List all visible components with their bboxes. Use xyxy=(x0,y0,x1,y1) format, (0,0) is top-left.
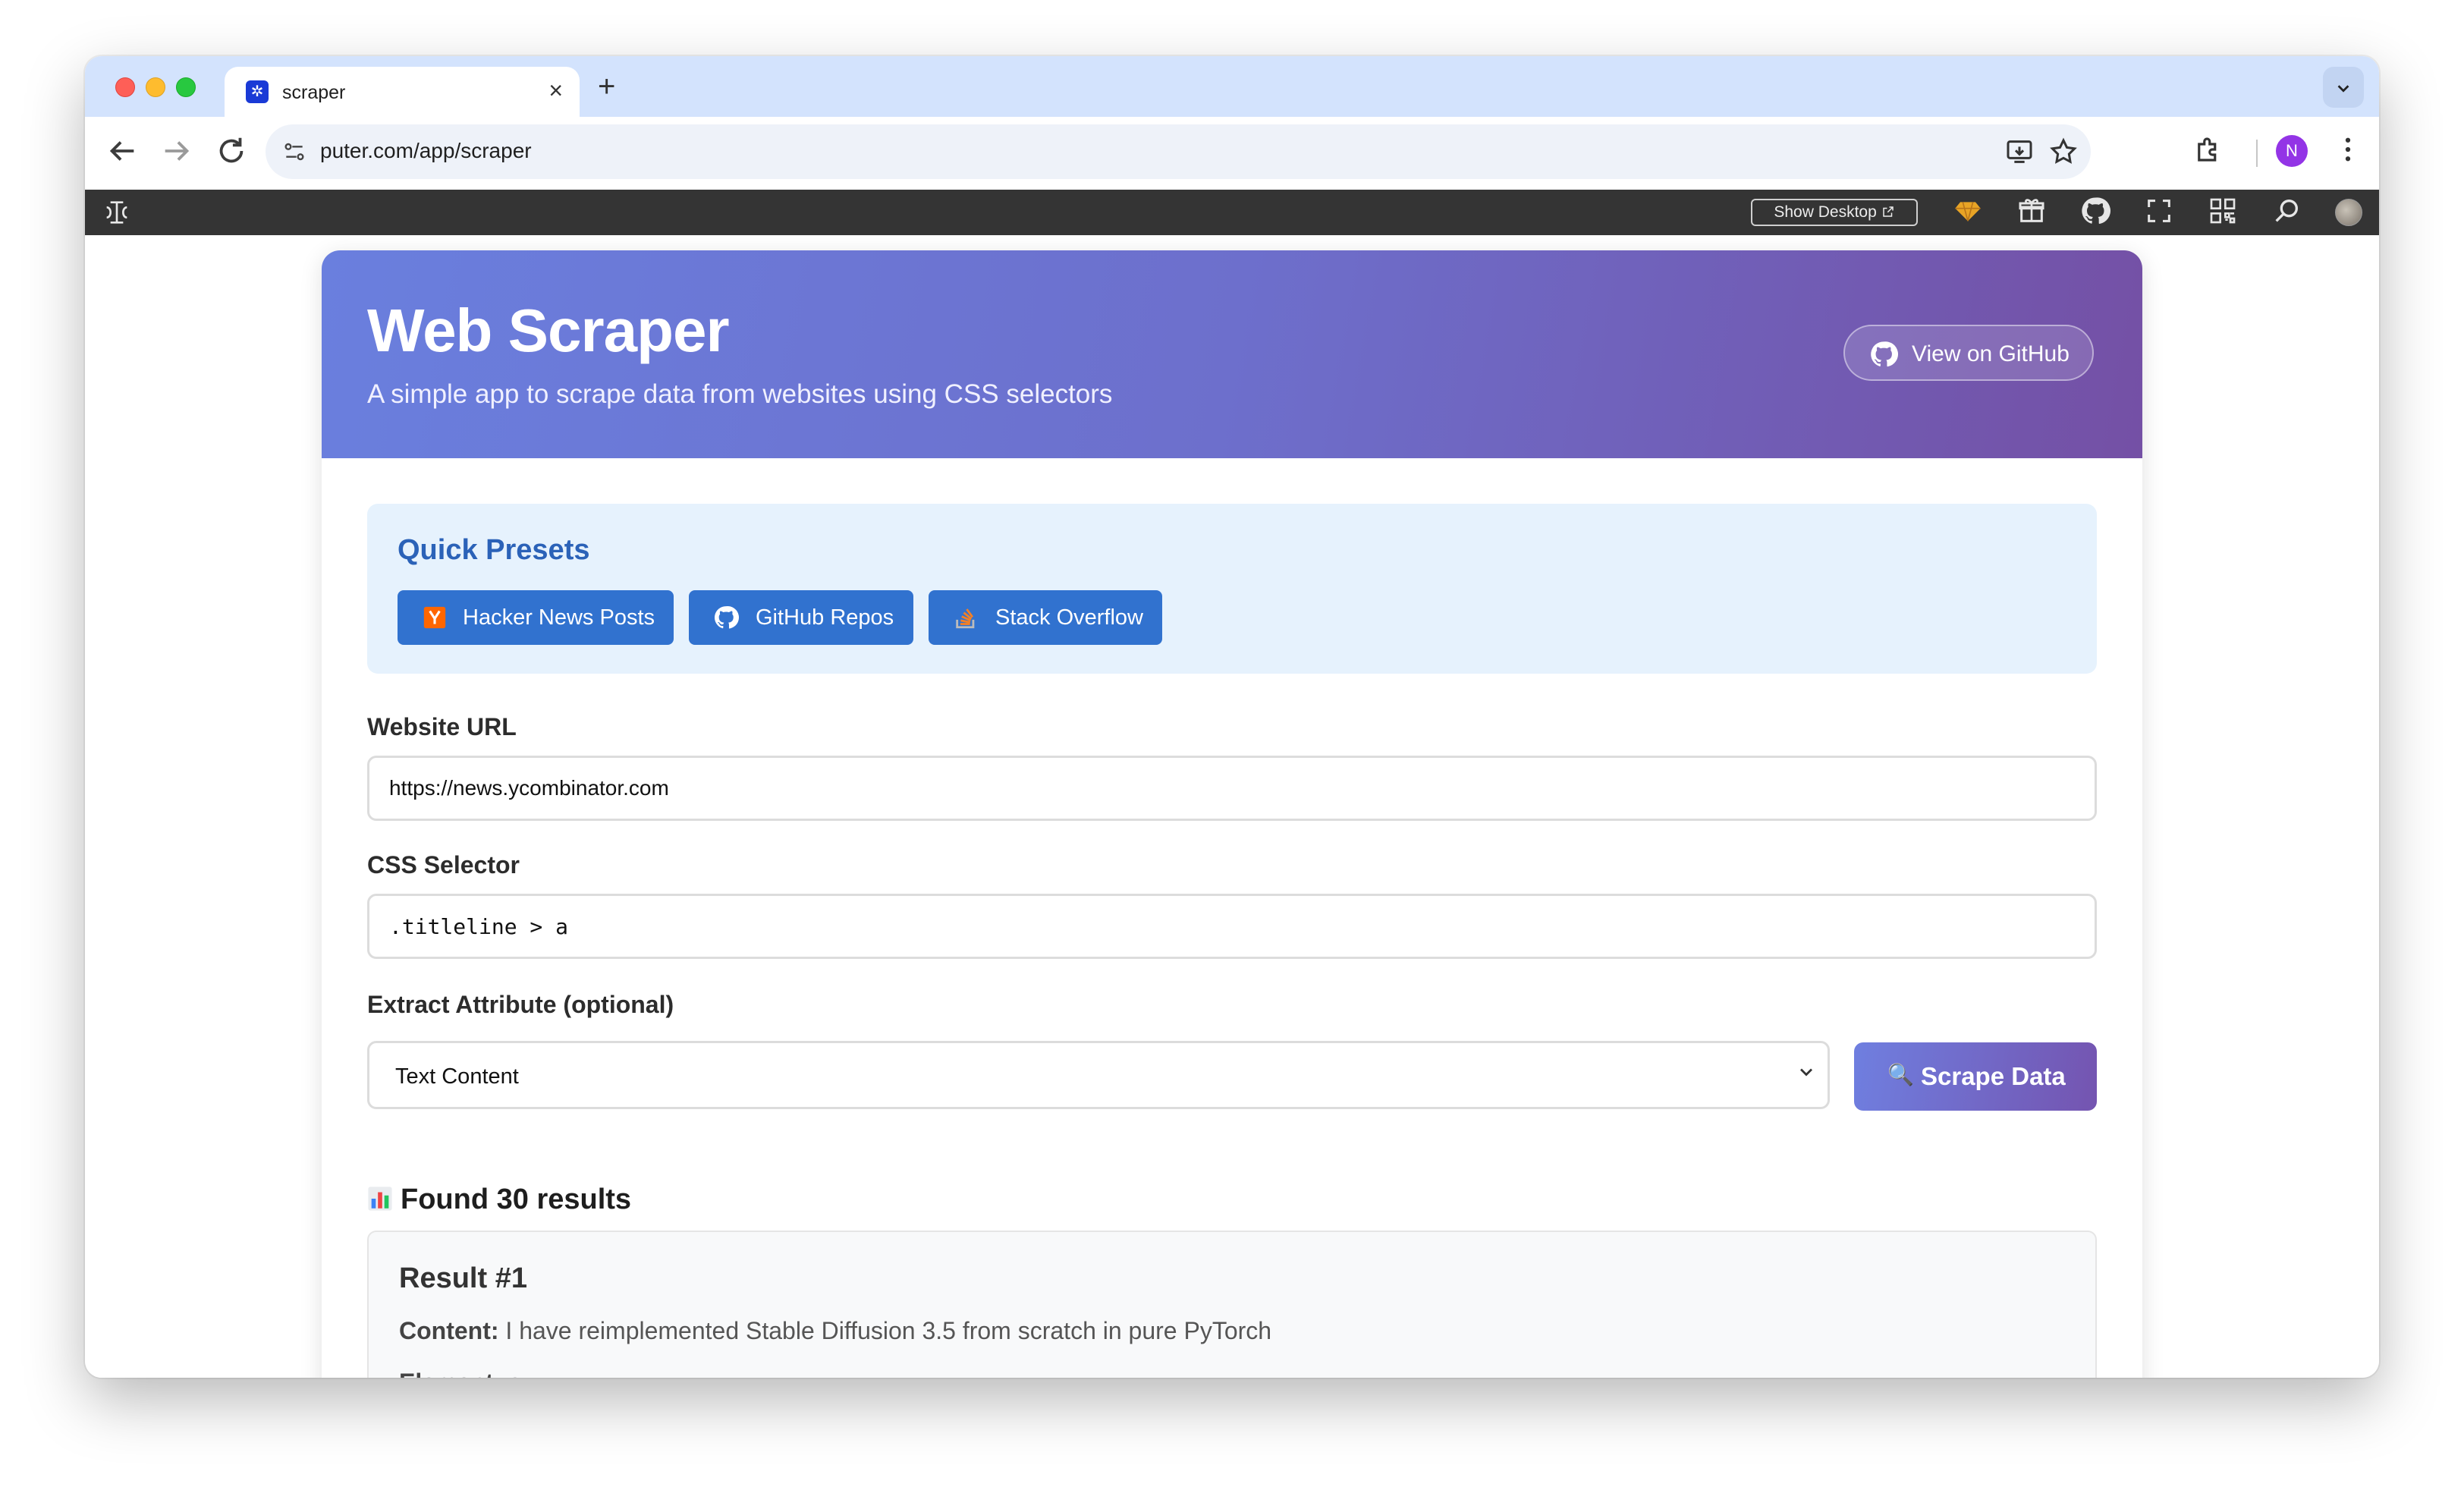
user-avatar[interactable] xyxy=(2335,199,2362,226)
more-menu-icon[interactable] xyxy=(2332,134,2364,165)
puter-favicon-icon: ✲ xyxy=(246,80,269,103)
github-icon xyxy=(1871,341,1898,367)
preset-github-repos-button[interactable]: GitHub Repos xyxy=(689,590,913,645)
browser-window: ✲ scraper × + puter.com/app/scraper N Sh… xyxy=(85,56,2379,1378)
profile-avatar[interactable]: N xyxy=(2276,135,2308,167)
qr-code-icon[interactable] xyxy=(2208,196,2238,226)
gem-icon[interactable] xyxy=(1953,196,1983,226)
bookmark-star-icon[interactable] xyxy=(2048,137,2079,167)
chevron-down-icon xyxy=(1800,1068,1812,1077)
app-content: Web Scraper A simple app to scrape data … xyxy=(85,235,2379,1378)
result-content: Content: I have reimplemented Stable Dif… xyxy=(399,1317,1271,1345)
magnifier-icon: 🔍 xyxy=(1887,1063,1914,1086)
external-link-icon xyxy=(1882,206,1894,217)
preset-hacker-news-button[interactable]: Hacker News Posts xyxy=(398,590,674,645)
preset-stack-overflow-button[interactable]: Stack Overflow xyxy=(929,590,1162,645)
results-summary: Found 30 results xyxy=(367,1184,631,1216)
result-element-value: a xyxy=(508,1369,522,1378)
fullscreen-icon[interactable] xyxy=(2144,196,2174,226)
maximize-window-button[interactable] xyxy=(176,77,196,97)
preset-github-repos-label: GitHub Repos xyxy=(756,605,894,630)
puter-logo-icon[interactable] xyxy=(102,197,132,228)
hacker-news-icon xyxy=(423,606,446,629)
results-count: Found 30 results xyxy=(401,1184,632,1215)
result-content-label: Content: xyxy=(399,1317,499,1344)
url-text: puter.com/app/scraper xyxy=(320,139,532,162)
preset-stack-overflow-label: Stack Overflow xyxy=(995,605,1143,630)
github-icon xyxy=(714,605,739,629)
forward-arrow-icon[interactable] xyxy=(159,134,194,168)
stack-overflow-icon xyxy=(956,608,975,629)
bar-chart-icon xyxy=(368,1187,392,1211)
tab-strip: ✲ scraper × + xyxy=(85,56,2379,117)
toolbar-divider xyxy=(2256,140,2258,167)
website-url-input[interactable] xyxy=(367,756,2097,821)
view-on-github-button[interactable]: View on GitHub xyxy=(1843,325,2094,381)
install-app-icon[interactable] xyxy=(2004,137,2035,167)
tab-search-button[interactable] xyxy=(2323,67,2364,108)
scrape-data-label: Scrape Data xyxy=(1921,1062,2066,1090)
page-title: Web Scraper xyxy=(367,297,730,364)
new-tab-button[interactable]: + xyxy=(598,71,615,102)
scraper-card: Web Scraper A simple app to scrape data … xyxy=(322,250,2142,1378)
extract-attribute-value: Text Content xyxy=(395,1064,519,1089)
result-title: Result #1 xyxy=(399,1262,527,1294)
extensions-puzzle-icon[interactable] xyxy=(2192,134,2224,165)
extract-attribute-label: Extract Attribute (optional) xyxy=(367,991,674,1018)
browser-tab[interactable]: ✲ scraper × xyxy=(225,67,580,117)
quick-presets-panel: Quick Presets Hacker News Posts GitHub R… xyxy=(367,504,2097,674)
browser-toolbar: puter.com/app/scraper N xyxy=(85,117,2379,190)
reload-icon[interactable] xyxy=(214,134,249,168)
show-desktop-button[interactable]: Show Desktop xyxy=(1751,199,1918,226)
address-bar[interactable]: puter.com/app/scraper xyxy=(266,124,2091,179)
search-icon[interactable] xyxy=(2271,196,2302,226)
result-content-value: I have reimplemented Stable Diffusion 3.… xyxy=(505,1317,1272,1344)
tab-close-button[interactable]: × xyxy=(548,77,563,103)
close-window-button[interactable] xyxy=(115,77,135,97)
back-arrow-icon[interactable] xyxy=(105,134,140,168)
github-icon[interactable] xyxy=(2080,196,2110,226)
css-selector-label: CSS Selector xyxy=(367,851,520,879)
result-element-label: Element: xyxy=(399,1369,501,1378)
tab-title: scraper xyxy=(282,82,346,103)
website-url-label: Website URL xyxy=(367,713,517,740)
extract-attribute-select[interactable]: Text Content xyxy=(367,1041,1830,1109)
view-on-github-label: View on GitHub xyxy=(1912,341,2070,366)
show-desktop-label: Show Desktop xyxy=(1774,203,1877,221)
quick-presets-title: Quick Presets xyxy=(398,534,590,566)
chevron-down-icon xyxy=(2337,85,2349,93)
hero-header: Web Scraper A simple app to scrape data … xyxy=(322,250,2142,458)
scrape-data-button[interactable]: 🔍 Scrape Data xyxy=(1854,1042,2097,1111)
css-selector-input[interactable] xyxy=(367,894,2097,959)
result-item: Result #1 Content: I have reimplemented … xyxy=(367,1231,2097,1378)
puter-taskbar: Show Desktop xyxy=(85,190,2379,235)
preset-hacker-news-label: Hacker News Posts xyxy=(463,605,655,630)
gift-icon[interactable] xyxy=(2016,196,2047,226)
page-subtitle: A simple app to scrape data from website… xyxy=(367,379,1113,409)
minimize-window-button[interactable] xyxy=(146,77,165,97)
site-settings-icon[interactable] xyxy=(282,140,306,164)
result-element: Element: a xyxy=(399,1369,522,1378)
